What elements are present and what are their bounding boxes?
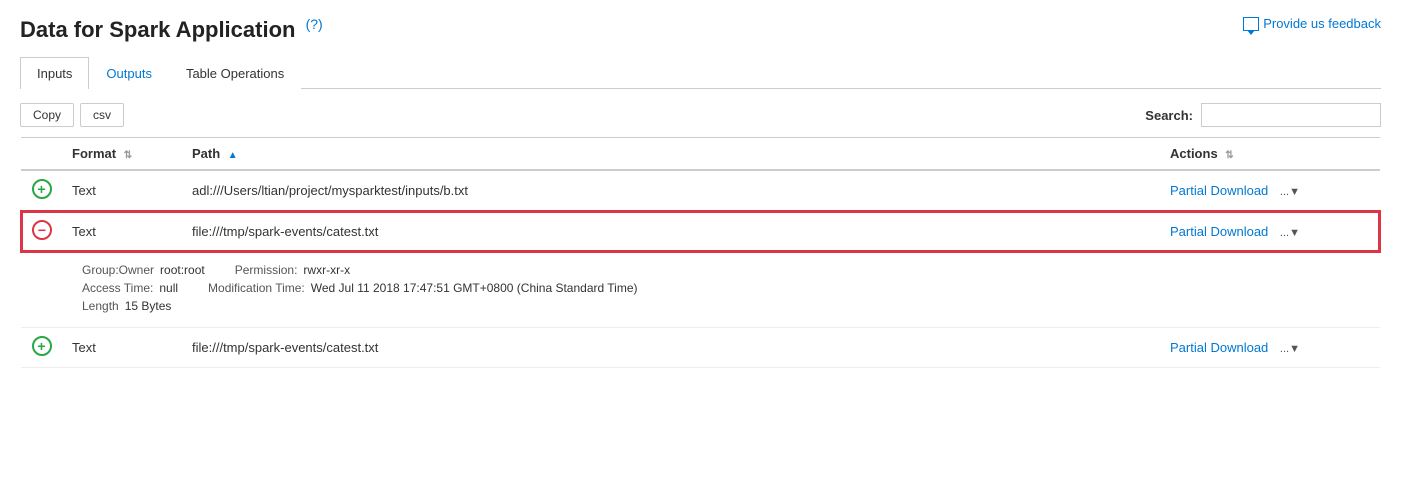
partial-download-link-3[interactable]: Partial Download [1170, 340, 1268, 355]
expand-cell-3[interactable] [21, 328, 62, 368]
path-cell-3: file:///tmp/spark-events/catest.txt [182, 328, 1160, 368]
detail-spacer [21, 252, 62, 328]
table-header: Format ⇅ Path ▲ Actions ⇅ [21, 138, 1380, 171]
col-path[interactable]: Path ▲ [182, 138, 1160, 171]
action-dropdown-1[interactable]: ...▼ [1280, 186, 1300, 198]
search-label: Search: [1145, 108, 1193, 123]
permission-label: Permission: [235, 263, 298, 277]
toolbar: Copy csv Search: [20, 103, 1381, 127]
tab-table-operations[interactable]: Table Operations [169, 57, 301, 89]
col-actions[interactable]: Actions ⇅ [1160, 138, 1380, 171]
table-row: Text adl:///Users/ltian/project/mysparkt… [21, 170, 1380, 211]
feedback-label: Provide us feedback [1263, 16, 1381, 31]
detail-content: Group:Owner root:root Permission: rwxr-x… [62, 252, 1380, 328]
access-time-item: Access Time: null [82, 281, 178, 295]
feedback-icon [1243, 17, 1259, 31]
path-cell-2: file:///tmp/spark-events/catest.txt [182, 211, 1160, 252]
search-input[interactable] [1201, 103, 1381, 127]
access-label: Access Time: [82, 281, 153, 295]
action-dropdown-2[interactable]: ...▼ [1280, 227, 1300, 239]
page-container: Data for Spark Application (?) Provide u… [0, 0, 1401, 384]
partial-download-link-2[interactable]: Partial Download [1170, 224, 1268, 239]
page-header: Data for Spark Application (?) Provide u… [20, 16, 1381, 43]
tabs-container: Inputs Outputs Table Operations [20, 57, 1381, 89]
modification-label: Modification Time: [208, 281, 305, 295]
data-table: Format ⇅ Path ▲ Actions ⇅ Text [20, 137, 1381, 368]
expand-cell-2[interactable] [21, 211, 62, 252]
col-format[interactable]: Format ⇅ [62, 138, 182, 171]
actions-sort-icon: ⇅ [1225, 150, 1233, 161]
access-value: null [159, 281, 178, 295]
help-icon[interactable]: (?) [306, 16, 323, 32]
toolbar-left: Copy csv [20, 103, 124, 127]
actions-cell-1: Partial Download ...▼ [1160, 170, 1380, 211]
csv-button[interactable]: csv [80, 103, 124, 127]
partial-download-link-1[interactable]: Partial Download [1170, 183, 1268, 198]
col-expand [21, 138, 62, 171]
length-label: Length [82, 299, 119, 313]
group-label: Group:Owner [82, 263, 154, 277]
table-body: Text adl:///Users/ltian/project/mysparkt… [21, 170, 1380, 368]
action-dropdown-3[interactable]: ...▼ [1280, 343, 1300, 355]
permission-value: rwxr-xr-x [303, 263, 350, 277]
title-area: Data for Spark Application (?) [20, 16, 323, 43]
detail-line-1: Group:Owner root:root Permission: rwxr-x… [82, 263, 1360, 277]
permission-item: Permission: rwxr-xr-x [235, 263, 350, 277]
format-sort-icon: ⇅ [124, 150, 132, 161]
path-sort-icon: ▲ [228, 150, 238, 161]
expand-icon-plus-1[interactable] [32, 179, 52, 199]
table-row-selected: Text file:///tmp/spark-events/catest.txt… [21, 211, 1380, 252]
detail-line-2: Access Time: null Modification Time: Wed… [82, 281, 1360, 295]
feedback-link[interactable]: Provide us feedback [1243, 16, 1381, 31]
tab-inputs[interactable]: Inputs [20, 57, 89, 89]
page-title: Data for Spark Application (?) [20, 17, 323, 42]
format-cell-1: Text [62, 170, 182, 211]
tab-outputs[interactable]: Outputs [89, 57, 169, 89]
format-cell-3: Text [62, 328, 182, 368]
modification-value: Wed Jul 11 2018 17:47:51 GMT+0800 (China… [311, 281, 638, 295]
group-value: root:root [160, 263, 205, 277]
group-owner-item: Group:Owner root:root [82, 263, 205, 277]
expand-cell-1[interactable] [21, 170, 62, 211]
length-value: 15 Bytes [125, 299, 172, 313]
modification-time-item: Modification Time: Wed Jul 11 2018 17:47… [208, 281, 637, 295]
actions-cell-3: Partial Download ...▼ [1160, 328, 1380, 368]
actions-cell-2: Partial Download ...▼ [1160, 211, 1380, 252]
expanded-detail-row: Group:Owner root:root Permission: rwxr-x… [21, 252, 1380, 328]
length-item: Length 15 Bytes [82, 299, 171, 313]
detail-section: Group:Owner root:root Permission: rwxr-x… [82, 259, 1360, 321]
table-row-3: Text file:///tmp/spark-events/catest.txt… [21, 328, 1380, 368]
detail-line-3: Length 15 Bytes [82, 299, 1360, 313]
format-cell-2: Text [62, 211, 182, 252]
expand-icon-minus-2[interactable] [32, 220, 52, 240]
copy-button[interactable]: Copy [20, 103, 74, 127]
search-area: Search: [1145, 103, 1381, 127]
path-cell-1: adl:///Users/ltian/project/mysparktest/i… [182, 170, 1160, 211]
expand-icon-plus-3[interactable] [32, 336, 52, 356]
title-text: Data for Spark Application [20, 17, 295, 42]
